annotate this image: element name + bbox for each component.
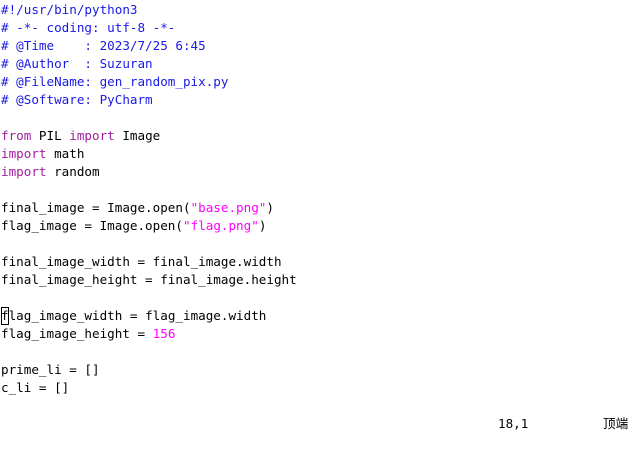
code-token-keyword: import (1, 146, 47, 161)
code-line[interactable]: flag_image_width = flag_image.width (1, 307, 635, 325)
code-token-text: prime_li = [] (1, 362, 100, 377)
code-line[interactable]: # @Author : Suzuran (1, 55, 635, 73)
code-line[interactable]: import math (1, 145, 635, 163)
code-token-text: c_li = [] (1, 380, 70, 395)
code-token-text: lag_image_width = flag_image.width (8, 308, 267, 323)
code-line[interactable]: # @Time : 2023/7/25 6:45 (1, 37, 635, 55)
code-token-string: "base.png" (190, 200, 267, 215)
code-token-comment: # @Software: PyCharm (1, 92, 153, 107)
code-token-text: final_image_height = final_image.height (1, 272, 297, 287)
code-line[interactable]: # -*- coding: utf-8 -*- (1, 19, 635, 37)
code-token-keyword: import (1, 164, 47, 179)
code-token-text: final_image_width = final_image.width (1, 254, 282, 269)
code-token-comment: #!/usr/bin/python3 (1, 2, 138, 17)
status-bar: 18,1 顶端 (0, 415, 636, 433)
code-line[interactable]: final_image = Image.open("base.png") (1, 199, 635, 217)
code-editor[interactable]: #!/usr/bin/python3 # -*- coding: utf-8 -*… (1, 1, 635, 397)
code-token-text: Image (114, 128, 161, 143)
code-line[interactable]: # @FileName: gen_random_pix.py (1, 73, 635, 91)
code-token-text: flag_image = Image.open( (1, 218, 183, 233)
code-line[interactable]: flag_image_height = 156 (1, 325, 635, 343)
code-token-text: ) (266, 200, 274, 215)
code-line[interactable]: final_image_width = final_image.width (1, 253, 635, 271)
code-token-comment: # -*- coding: utf-8 -*- (1, 20, 176, 35)
code-line[interactable]: flag_image = Image.open("flag.png") (1, 217, 635, 235)
code-line[interactable]: # @Software: PyCharm (1, 91, 635, 109)
code-line[interactable] (1, 235, 635, 253)
code-token-string: "flag.png" (182, 218, 259, 233)
cursor-position: 18,1 (498, 416, 529, 431)
code-line[interactable]: import random (1, 163, 635, 181)
code-token-text: flag_image_height = (1, 326, 153, 341)
code-line[interactable]: c_li = [] (1, 379, 635, 397)
code-line[interactable] (1, 343, 635, 361)
code-token-comment: # @Time : 2023/7/25 6:45 (1, 38, 206, 53)
code-token-text: PIL (31, 128, 70, 143)
text-cursor: f (1, 307, 9, 325)
code-line[interactable]: from PIL import Image (1, 127, 635, 145)
code-token-comment: # @Author : Suzuran (1, 56, 153, 71)
code-token-comment: # @FileName: gen_random_pix.py (1, 74, 229, 89)
code-token-number: 156 (152, 326, 176, 341)
code-line[interactable] (1, 289, 635, 307)
code-token-text: random (46, 164, 100, 179)
code-token-text: ) (258, 218, 267, 233)
code-line[interactable]: final_image_height = final_image.height (1, 271, 635, 289)
code-token-keyword: from (1, 128, 32, 143)
code-line[interactable] (1, 181, 635, 199)
code-token-text: final_image = Image.open( (1, 200, 191, 215)
code-token-keyword: import (69, 128, 115, 143)
scroll-position: 顶端 (603, 416, 629, 431)
code-line[interactable]: prime_li = [] (1, 361, 635, 379)
code-token-text: math (46, 146, 85, 161)
code-line[interactable]: #!/usr/bin/python3 (1, 1, 635, 19)
code-line[interactable] (1, 109, 635, 127)
